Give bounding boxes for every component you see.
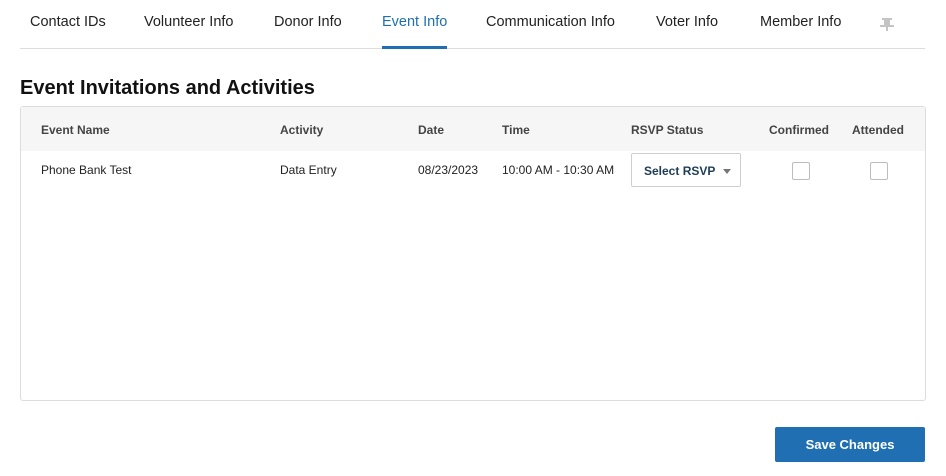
- tab-voter-info[interactable]: Voter Info: [656, 14, 718, 30]
- tab-contact-ids[interactable]: Contact IDs: [30, 14, 106, 30]
- tab-volunteer-info[interactable]: Volunteer Info: [144, 14, 234, 30]
- column-header-attended: Attended: [852, 123, 904, 137]
- tab-bar: Contact IDs Volunteer Info Donor Info Ev…: [20, 0, 925, 49]
- tab-donor-info[interactable]: Donor Info: [274, 14, 342, 30]
- column-header-activity: Activity: [280, 123, 324, 137]
- pushpin-icon[interactable]: [878, 16, 896, 32]
- event-table: Event Name Activity Date Time RSVP Statu…: [20, 106, 926, 401]
- rsvp-selected-value: Select RSVP: [644, 164, 716, 178]
- time-cell: 10:00 AM - 10:30 AM: [502, 163, 615, 177]
- column-header-event-name: Event Name: [41, 123, 110, 137]
- section-title: Event Invitations and Activities: [20, 77, 315, 99]
- chevron-down-icon: [723, 169, 731, 174]
- column-header-time: Time: [502, 123, 530, 137]
- activity-cell: Data Entry: [280, 163, 337, 177]
- tab-event-info[interactable]: Event Info: [382, 14, 447, 30]
- event-info-page: Contact IDs Volunteer Info Donor Info Ev…: [0, 0, 946, 476]
- date-cell: 08/23/2023: [418, 163, 479, 177]
- tab-communication-info[interactable]: Communication Info: [486, 14, 615, 30]
- table-header: Event Name Activity Date Time RSVP Statu…: [21, 107, 925, 151]
- column-header-date: Date: [418, 123, 445, 137]
- attended-checkbox[interactable]: [870, 162, 888, 180]
- rsvp-status-select[interactable]: Select RSVP: [631, 153, 741, 187]
- save-changes-button[interactable]: Save Changes: [775, 427, 925, 462]
- active-tab-indicator: [382, 46, 447, 49]
- column-header-confirmed: Confirmed: [769, 123, 829, 137]
- column-header-rsvp-status: RSVP Status: [631, 123, 704, 137]
- event-name-cell: Phone Bank Test: [41, 163, 132, 177]
- tab-member-info[interactable]: Member Info: [760, 14, 841, 30]
- confirmed-checkbox[interactable]: [792, 162, 810, 180]
